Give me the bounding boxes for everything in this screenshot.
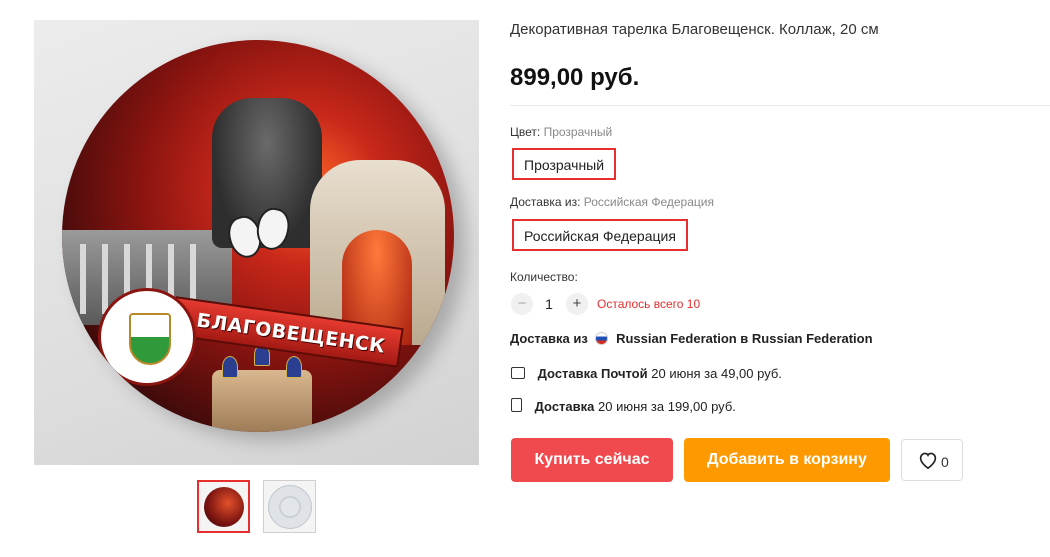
color-label: Цвет: xyxy=(510,125,541,139)
color-option-transparent[interactable]: Прозрачный xyxy=(512,148,617,180)
shipping-standard-method: Доставка xyxy=(534,399,595,414)
shipping-post-method: Доставка Почтой xyxy=(537,366,648,381)
shipping-route-suffix: Russian Federation в Russian Federation xyxy=(616,331,873,346)
shipping-option-post: Доставка Почтой 20 июня за 49,00 руб. xyxy=(511,366,782,381)
dome xyxy=(222,356,238,378)
thumbnail-back[interactable] xyxy=(263,480,316,533)
theatre-masks-illustration xyxy=(224,205,297,268)
delivery-box-icon xyxy=(511,398,522,412)
coat-of-arms-emblem xyxy=(98,288,196,386)
ship-origin-selected-value: Российская Федерация xyxy=(583,195,714,209)
main-product-image[interactable]: БЛАГОВЕЩЕНСК xyxy=(34,20,479,465)
shipping-post-details: 20 июня за 49,00 руб. xyxy=(651,366,782,381)
color-property-label: Цвет: Прозрачный xyxy=(510,125,612,139)
column xyxy=(102,244,108,314)
buy-now-button[interactable]: Купить сейчас xyxy=(511,438,673,482)
cathedral-illustration xyxy=(212,344,312,432)
color-selected-value: Прозрачный xyxy=(543,125,613,139)
ship-origin-option-russia[interactable]: Российская Федерация xyxy=(512,219,688,251)
shipping-route-prefix: Доставка из xyxy=(510,331,588,346)
product-title: Декоративная тарелка Благовещенск. Колла… xyxy=(510,21,879,38)
heart-icon xyxy=(919,452,937,469)
decorative-plate-picture: БЛАГОВЕЩЕНСК xyxy=(62,40,454,432)
coat-of-arms-shield xyxy=(129,313,171,365)
product-price: 899,00 руб. xyxy=(510,64,640,91)
column xyxy=(80,244,86,314)
ship-origin-label: Доставка из: xyxy=(510,195,581,209)
shipping-option-standard: Доставка 20 июня за 199,00 руб. xyxy=(511,398,736,414)
add-to-cart-button[interactable]: Добавить в корзину xyxy=(684,438,890,482)
divider xyxy=(510,105,1050,106)
thumbnail-front[interactable] xyxy=(197,480,250,533)
thumbnail-plate-front xyxy=(204,487,244,527)
shipping-standard-details: 20 июня за 199,00 руб. xyxy=(598,399,736,414)
shipping-route: Доставка из Russian Federation в Russian… xyxy=(510,331,873,346)
quantity-decrease-button[interactable]: − xyxy=(511,293,533,315)
quantity-increase-button[interactable]: + xyxy=(566,293,588,315)
russia-flag-icon xyxy=(595,332,609,345)
thumbnail-plate-back xyxy=(268,485,312,529)
ship-origin-property-label: Доставка из: Российская Федерация xyxy=(510,195,714,209)
dome xyxy=(286,356,302,378)
post-parcel-icon xyxy=(511,367,525,379)
wishlist-button[interactable]: 0 xyxy=(901,439,963,481)
quantity-label: Количество: xyxy=(510,270,578,284)
quantity-value[interactable]: 1 xyxy=(538,296,560,312)
stock-remaining-text: Осталось всего 10 xyxy=(597,297,701,311)
wishlist-count: 0 xyxy=(941,454,949,470)
